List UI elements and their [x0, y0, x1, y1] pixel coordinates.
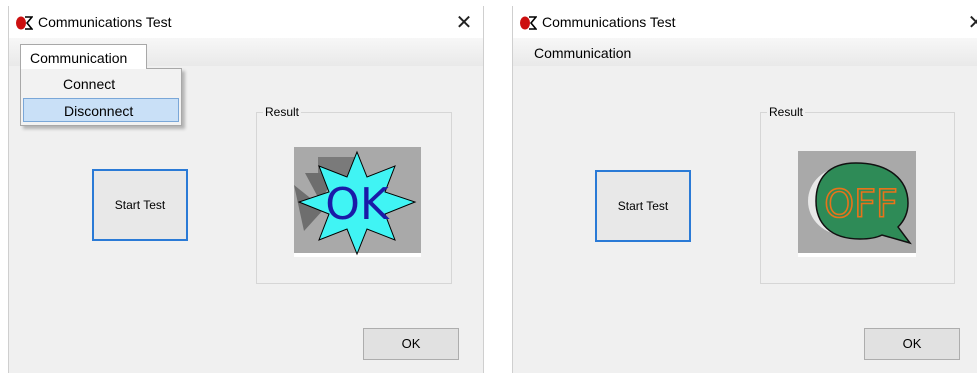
- menu-communication[interactable]: Communication: [20, 44, 147, 69]
- title-bar[interactable]: Communications Test ✕: [9, 6, 483, 38]
- result-group-label: Result: [767, 105, 806, 119]
- ok-button[interactable]: OK: [864, 328, 960, 360]
- app-logo-icon: [520, 16, 537, 30]
- menu-communication[interactable]: Communication: [534, 45, 631, 61]
- off-badge-text: OFF: [824, 182, 898, 226]
- off-bubble-icon: OFF: [798, 151, 916, 257]
- menu-communication-label: Communication: [30, 50, 128, 66]
- close-icon[interactable]: ✕: [454, 12, 474, 32]
- communications-test-window-1: Communications Test ✕ Communication Conn…: [8, 6, 484, 373]
- ok-starburst-icon: OK: [294, 147, 421, 257]
- communications-test-window-2: Communications Test ✕ Communication Star…: [512, 6, 977, 373]
- close-icon[interactable]: ✕: [966, 12, 977, 32]
- ok-button[interactable]: OK: [363, 328, 459, 360]
- window-title: Communications Test: [542, 14, 676, 30]
- menu-item-connect[interactable]: Connect: [23, 72, 179, 96]
- title-bar[interactable]: Communications Test ✕: [513, 6, 977, 38]
- ok-badge-text: OK: [325, 179, 390, 230]
- result-group-label: Result: [263, 105, 302, 119]
- menu-item-disconnect[interactable]: Disconnect: [23, 98, 179, 122]
- app-logo-icon: [16, 16, 33, 30]
- start-test-button[interactable]: Start Test: [92, 169, 188, 241]
- window-title: Communications Test: [38, 14, 172, 30]
- menu-bar: Communication: [513, 38, 977, 66]
- menu-item-connect-label: Connect: [63, 76, 116, 92]
- start-test-button[interactable]: Start Test: [595, 170, 691, 242]
- communication-dropdown: Connect Disconnect: [20, 68, 182, 126]
- menu-item-disconnect-label: Disconnect: [64, 103, 134, 119]
